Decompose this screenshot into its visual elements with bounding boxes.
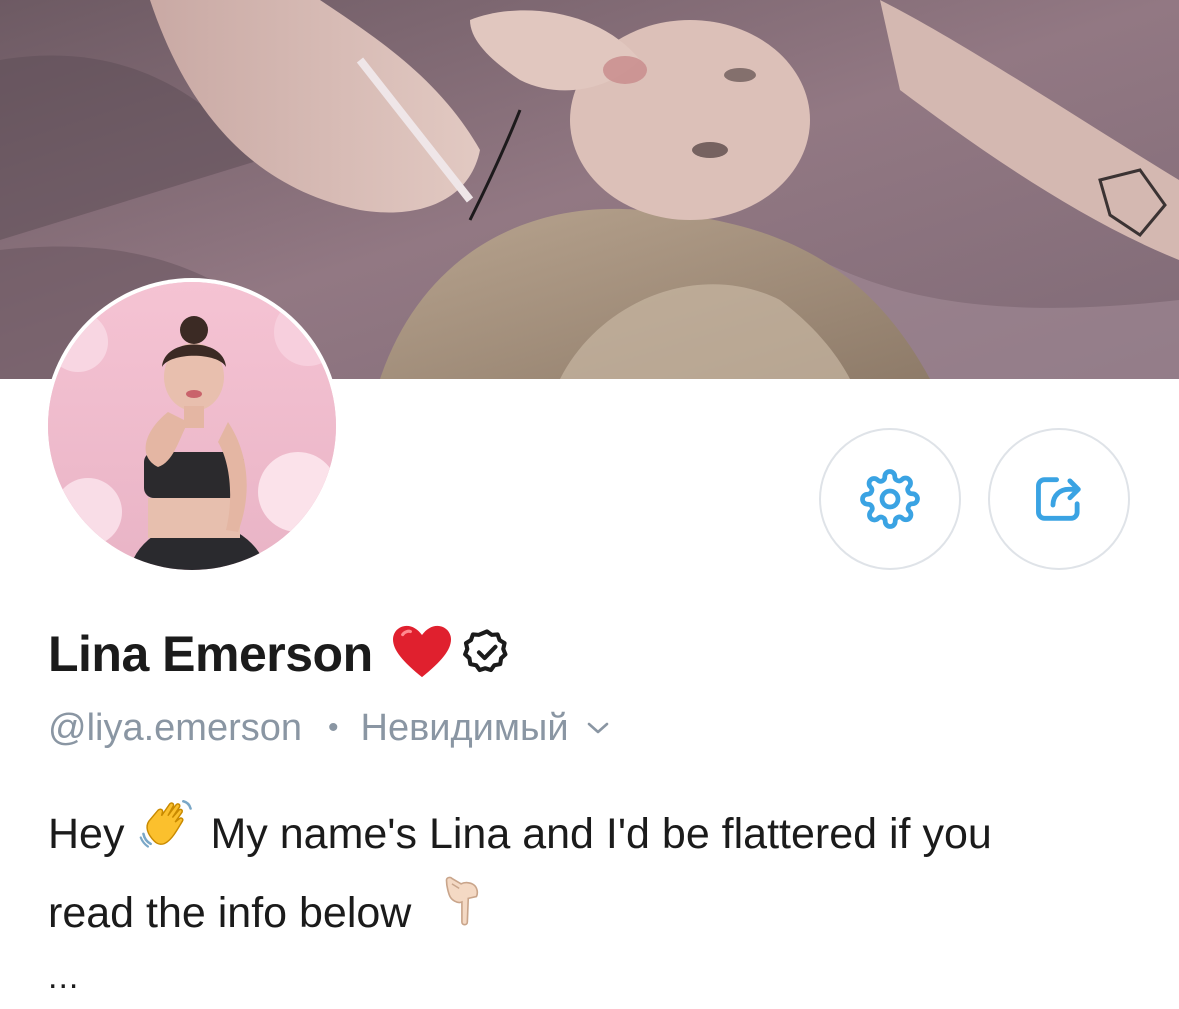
bio: Hey My name's Lina and I'd be flattered … <box>48 794 1138 952</box>
name-row: Lina Emerson <box>48 614 513 694</box>
username-handle: @liya.emerson <box>48 706 302 749</box>
gear-icon <box>860 469 920 529</box>
status-dropdown[interactable]: Невидимый <box>361 707 611 750</box>
bio-line-2: read the info below <box>48 873 1138 952</box>
waving-hand-emoji <box>138 794 196 873</box>
avatar-image <box>48 282 336 570</box>
bio-text: Hey <box>48 809 125 858</box>
display-name: Lina Emerson <box>48 626 373 682</box>
handle-row: @liya.emerson • Невидимый <box>48 700 611 756</box>
settings-button[interactable] <box>819 428 961 570</box>
chevron-down-icon <box>587 722 608 734</box>
share-button[interactable] <box>988 428 1130 570</box>
status-label: Невидимый <box>360 706 569 749</box>
share-icon <box>1036 477 1081 521</box>
separator-dot: • <box>328 711 339 744</box>
bio-text: My name's Lina and I'd be flattered if y… <box>210 809 992 858</box>
verified-badge-icon <box>461 626 513 683</box>
bio-line-1: Hey My name's Lina and I'd be flattered … <box>48 794 1138 873</box>
heart-emoji <box>391 623 453 686</box>
pointing-down-emoji <box>439 873 483 952</box>
bio-text: read the info below <box>48 888 412 937</box>
read-more-ellipsis[interactable]: ... <box>48 958 79 997</box>
avatar[interactable] <box>44 278 340 574</box>
